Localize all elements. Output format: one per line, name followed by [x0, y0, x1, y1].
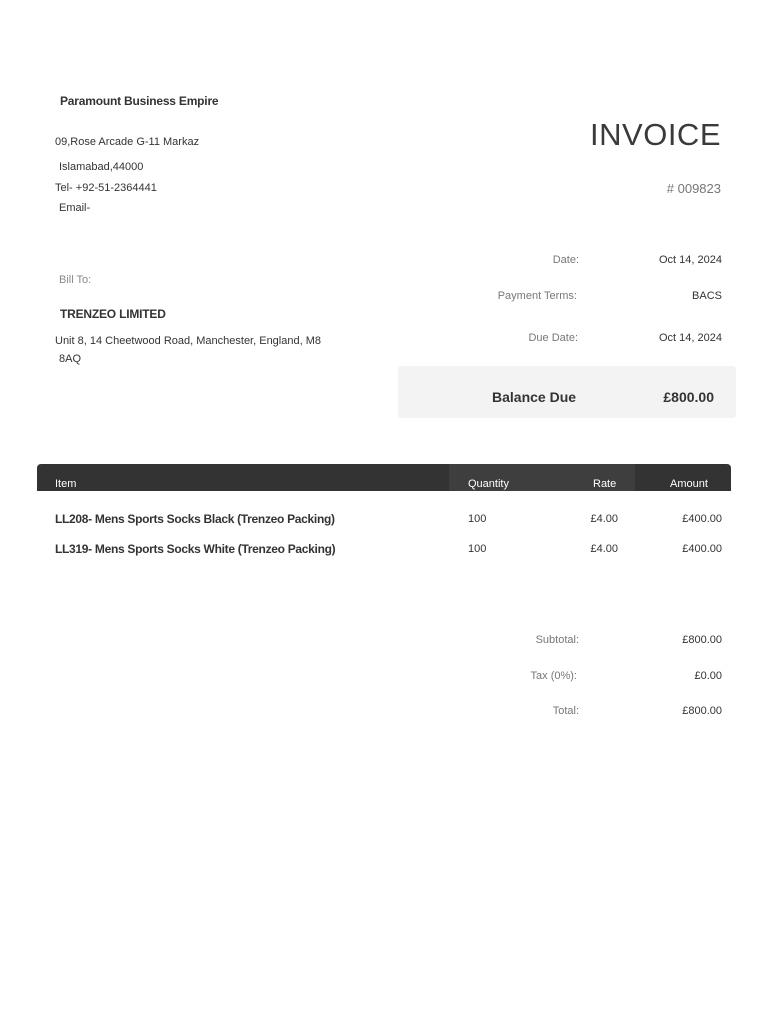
client-address-line1: Unit 8, 14 Cheetwood Road, Manchester, E…	[55, 335, 321, 347]
table-row-amount: £400.00	[682, 513, 722, 525]
date-value: Oct 14, 2024	[659, 254, 722, 266]
header-item: Item	[55, 478, 77, 490]
table-row-rate: £4.00	[590, 543, 618, 555]
payment-terms-label: Payment Terms:	[497, 290, 577, 302]
client-address-line2: 8AQ	[59, 353, 82, 365]
table-row-rate: £4.00	[590, 513, 618, 525]
bill-to-label: Bill To:	[59, 274, 92, 286]
tax-label: Tax (0%):	[530, 670, 577, 682]
total-value: £800.00	[682, 705, 722, 717]
total-label: Total:	[552, 705, 579, 717]
header-quantity: Quantity	[468, 478, 509, 490]
payment-terms-value: BACS	[692, 290, 722, 302]
header-rate: Rate	[593, 478, 617, 490]
header-amount: Amount	[670, 478, 708, 490]
company-name: Paramount Business Empire	[60, 94, 219, 108]
table-row-quantity: 100	[468, 543, 487, 555]
table-row-item: LL208- Mens Sports Socks Black (Trenzeo …	[55, 512, 335, 526]
client-address: Unit 8, 14 Cheetwood Road, Manchester, E…	[55, 332, 345, 368]
company-address-line1: 09,Rose Arcade G-11 Markaz	[55, 136, 200, 148]
balance-due-value: £800.00	[663, 389, 714, 405]
client-name: TRENZEO LIMITED	[60, 307, 166, 321]
items-table-header: Item Quantity Rate Amount	[37, 464, 731, 491]
company-address-line2: Islamabad,44000	[59, 161, 144, 173]
subtotal-value: £800.00	[682, 634, 722, 646]
company-email: Email-	[59, 202, 91, 214]
invoice-number: # 009823	[666, 181, 721, 196]
due-date-label: Due Date:	[528, 332, 578, 344]
due-date-value: Oct 14, 2024	[659, 332, 722, 344]
tax-value: £0.00	[694, 670, 722, 682]
company-phone: Tel- +92-51-2364441	[55, 182, 157, 194]
table-row-amount: £400.00	[682, 543, 722, 555]
table-row-item: LL319- Mens Sports Socks White (Trenzeo …	[55, 542, 336, 556]
balance-due-label: Balance Due	[492, 389, 577, 405]
subtotal-label: Subtotal:	[535, 634, 579, 646]
table-row-quantity: 100	[468, 513, 487, 525]
date-label: Date:	[552, 254, 579, 266]
invoice-title: INVOICE	[590, 117, 721, 152]
